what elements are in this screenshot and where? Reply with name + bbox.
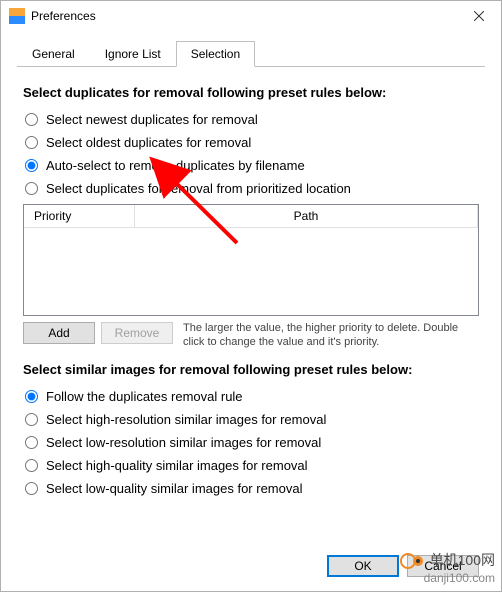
- radio-lowq-label: Select low-quality similar images for re…: [46, 481, 302, 496]
- dup-option-filename[interactable]: Auto-select to remove duplicates by file…: [23, 156, 479, 175]
- radio-highq[interactable]: [25, 459, 38, 472]
- sim-option-lowres[interactable]: Select low-resolution similar images for…: [23, 433, 479, 452]
- remove-button: Remove: [101, 322, 173, 344]
- dup-option-newest[interactable]: Select newest duplicates for removal: [23, 110, 479, 129]
- radio-oldest[interactable]: [25, 136, 38, 149]
- sim-option-highres[interactable]: Select high-resolution similar images fo…: [23, 410, 479, 429]
- sim-option-highq[interactable]: Select high-quality similar images for r…: [23, 456, 479, 475]
- similar-section: Select similar images for removal follow…: [23, 362, 479, 498]
- priority-hint: The larger the value, the higher priorit…: [183, 322, 479, 350]
- window-title: Preferences: [31, 9, 457, 23]
- app-icon: [9, 8, 25, 24]
- radio-highres-label: Select high-resolution similar images fo…: [46, 412, 326, 427]
- close-button[interactable]: [457, 1, 501, 31]
- radio-lowres[interactable]: [25, 436, 38, 449]
- dup-option-location[interactable]: Select duplicates for removal from prior…: [23, 179, 479, 198]
- radio-newest[interactable]: [25, 113, 38, 126]
- radio-newest-label: Select newest duplicates for removal: [46, 112, 258, 127]
- tab-selection[interactable]: Selection: [176, 41, 255, 67]
- dup-option-oldest[interactable]: Select oldest duplicates for removal: [23, 133, 479, 152]
- tabs-wrap: General Ignore List Selection: [1, 31, 501, 67]
- preferences-window: Preferences General Ignore List Selectio…: [0, 0, 502, 592]
- ok-button[interactable]: OK: [327, 555, 399, 577]
- radio-filename-label: Auto-select to remove duplicates by file…: [46, 158, 305, 173]
- tab-content: Select duplicates for removal following …: [1, 67, 501, 545]
- close-icon: [474, 11, 484, 21]
- radio-oldest-label: Select oldest duplicates for removal: [46, 135, 251, 150]
- cancel-button[interactable]: Cancel: [407, 555, 479, 577]
- radio-location-label: Select duplicates for removal from prior…: [46, 181, 351, 196]
- duplicates-heading: Select duplicates for removal following …: [23, 85, 479, 100]
- sim-option-follow[interactable]: Follow the duplicates removal rule: [23, 387, 479, 406]
- radio-follow-label: Follow the duplicates removal rule: [46, 389, 243, 404]
- radio-highres[interactable]: [25, 413, 38, 426]
- radio-location[interactable]: [25, 182, 38, 195]
- priority-table-header: Priority Path: [24, 205, 478, 228]
- titlebar: Preferences: [1, 1, 501, 31]
- radio-lowq[interactable]: [25, 482, 38, 495]
- col-path[interactable]: Path: [135, 205, 478, 227]
- priority-buttons-row: Add Remove The larger the value, the hig…: [23, 322, 479, 350]
- add-button[interactable]: Add: [23, 322, 95, 344]
- dialog-footer: OK Cancel: [1, 545, 501, 591]
- priority-table[interactable]: Priority Path: [23, 204, 479, 316]
- tab-ignore-list[interactable]: Ignore List: [90, 41, 176, 67]
- col-priority[interactable]: Priority: [24, 205, 135, 227]
- radio-filename[interactable]: [25, 159, 38, 172]
- tabs: General Ignore List Selection: [17, 41, 485, 67]
- similar-heading: Select similar images for removal follow…: [23, 362, 479, 377]
- radio-follow[interactable]: [25, 390, 38, 403]
- tab-general[interactable]: General: [17, 41, 90, 67]
- radio-lowres-label: Select low-resolution similar images for…: [46, 435, 321, 450]
- radio-highq-label: Select high-quality similar images for r…: [46, 458, 308, 473]
- sim-option-lowq[interactable]: Select low-quality similar images for re…: [23, 479, 479, 498]
